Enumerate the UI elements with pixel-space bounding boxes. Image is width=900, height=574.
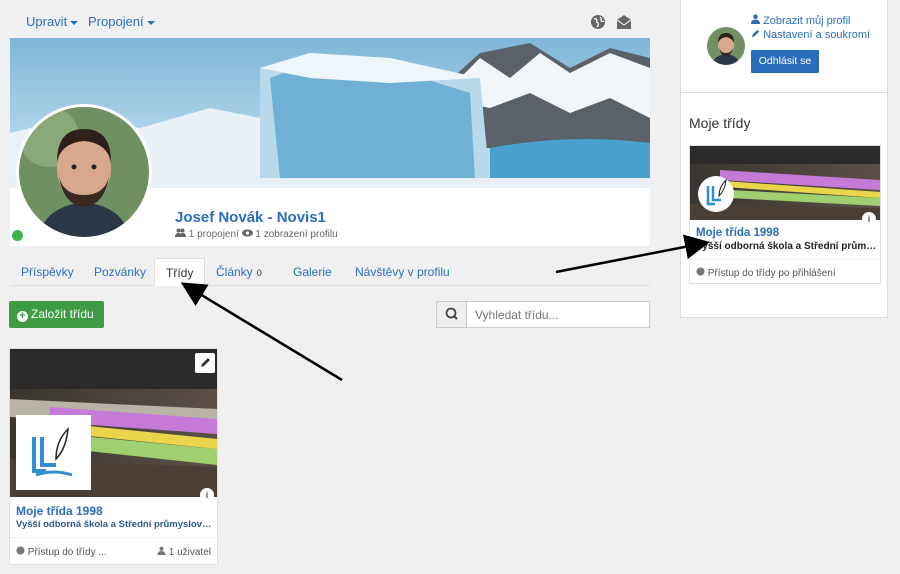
plus-circle-icon: +: [17, 311, 28, 322]
profile-name[interactable]: Josef Novák - Novis1: [175, 209, 326, 226]
class-cover-image: [690, 146, 880, 220]
user-icon: [157, 546, 166, 555]
class-school: Vyšší odborná škola a Střední průmyslová…: [16, 519, 214, 530]
my-classes-heading: Moje třídy: [689, 115, 751, 131]
search-icon-button[interactable]: [437, 302, 467, 327]
caret-down-icon: [146, 20, 155, 25]
globe-icon: [696, 267, 705, 276]
envelope-icon[interactable]: [616, 14, 632, 30]
tab-tridy[interactable]: Třídy: [154, 258, 206, 286]
edit-button[interactable]: [195, 353, 215, 373]
globe-icon[interactable]: [590, 14, 606, 30]
tab-prispevky[interactable]: Příspěvky: [21, 258, 74, 286]
add-class-button[interactable]: + Založit třídu: [9, 301, 104, 328]
profile-header: Josef Novák - Novis1 1 propojení 1 zobra…: [10, 38, 650, 246]
school-logo: [16, 415, 91, 490]
class-title[interactable]: Moje třída 1998: [696, 227, 779, 239]
class-title[interactable]: Moje třída 1998: [16, 504, 103, 518]
user-avatar[interactable]: [707, 27, 745, 65]
access-info: Přístup do třídy po přihlášení: [690, 259, 880, 284]
user-icon: [751, 14, 760, 24]
globe-icon: [16, 546, 25, 555]
right-sidebar: Zobrazit můj profil Nastavení a soukromí…: [680, 0, 888, 318]
view-profile-link[interactable]: Zobrazit můj profil: [751, 14, 850, 27]
tab-navstevy[interactable]: Návštěvy v profilu: [355, 258, 450, 286]
logout-button[interactable]: Odhlásit se: [751, 50, 819, 73]
tab-count-badge: 0: [256, 268, 262, 278]
tab-pozvanky[interactable]: Pozvánky: [94, 258, 146, 286]
class-search: [436, 301, 650, 328]
settings-link[interactable]: Nastavení a soukromí: [751, 29, 870, 41]
class-school: Vyšší odborná škola a Střední průmyslová…: [696, 241, 878, 252]
pencil-icon: [751, 29, 760, 38]
profile-tabs: Příspěvky Pozvánky Třídy Články 0 Galerie…: [10, 258, 650, 286]
users-icon: [175, 228, 186, 237]
sidebar-class-card[interactable]: i Moje třída 1998 Vyšší odborná škola a …: [689, 145, 881, 284]
access-info: Přístup do třídy ...: [16, 546, 107, 558]
users-count: 1 uživatel: [157, 546, 211, 558]
class-card-footer: Přístup do třídy ... 1 uživatel: [10, 537, 217, 565]
caret-down-icon: [70, 20, 79, 25]
online-status-dot: [12, 230, 23, 241]
pencil-icon: [201, 358, 210, 367]
eye-icon: [241, 229, 253, 237]
menu-propojeni[interactable]: Propojení: [88, 14, 155, 29]
tab-galerie[interactable]: Galerie: [293, 258, 332, 286]
top-toolbar: Upravit Propojení: [10, 8, 650, 36]
profile-views-count: 1 zobrazení profilu: [255, 229, 338, 240]
class-card[interactable]: i Moje třída 1998 Vyšší odborná škola a …: [9, 348, 218, 565]
search-input[interactable]: [468, 302, 648, 327]
tab-clanky[interactable]: Články 0: [216, 258, 262, 286]
info-icon[interactable]: i: [862, 212, 876, 226]
divider: [681, 92, 887, 93]
profile-meta: 1 propojení 1 zobrazení profilu: [175, 228, 338, 240]
profile-avatar[interactable]: [16, 104, 152, 240]
menu-upravit[interactable]: Upravit: [26, 14, 79, 29]
info-icon[interactable]: i: [200, 488, 214, 502]
connections-count: 1 propojení: [188, 229, 239, 240]
search-icon: [445, 307, 458, 320]
